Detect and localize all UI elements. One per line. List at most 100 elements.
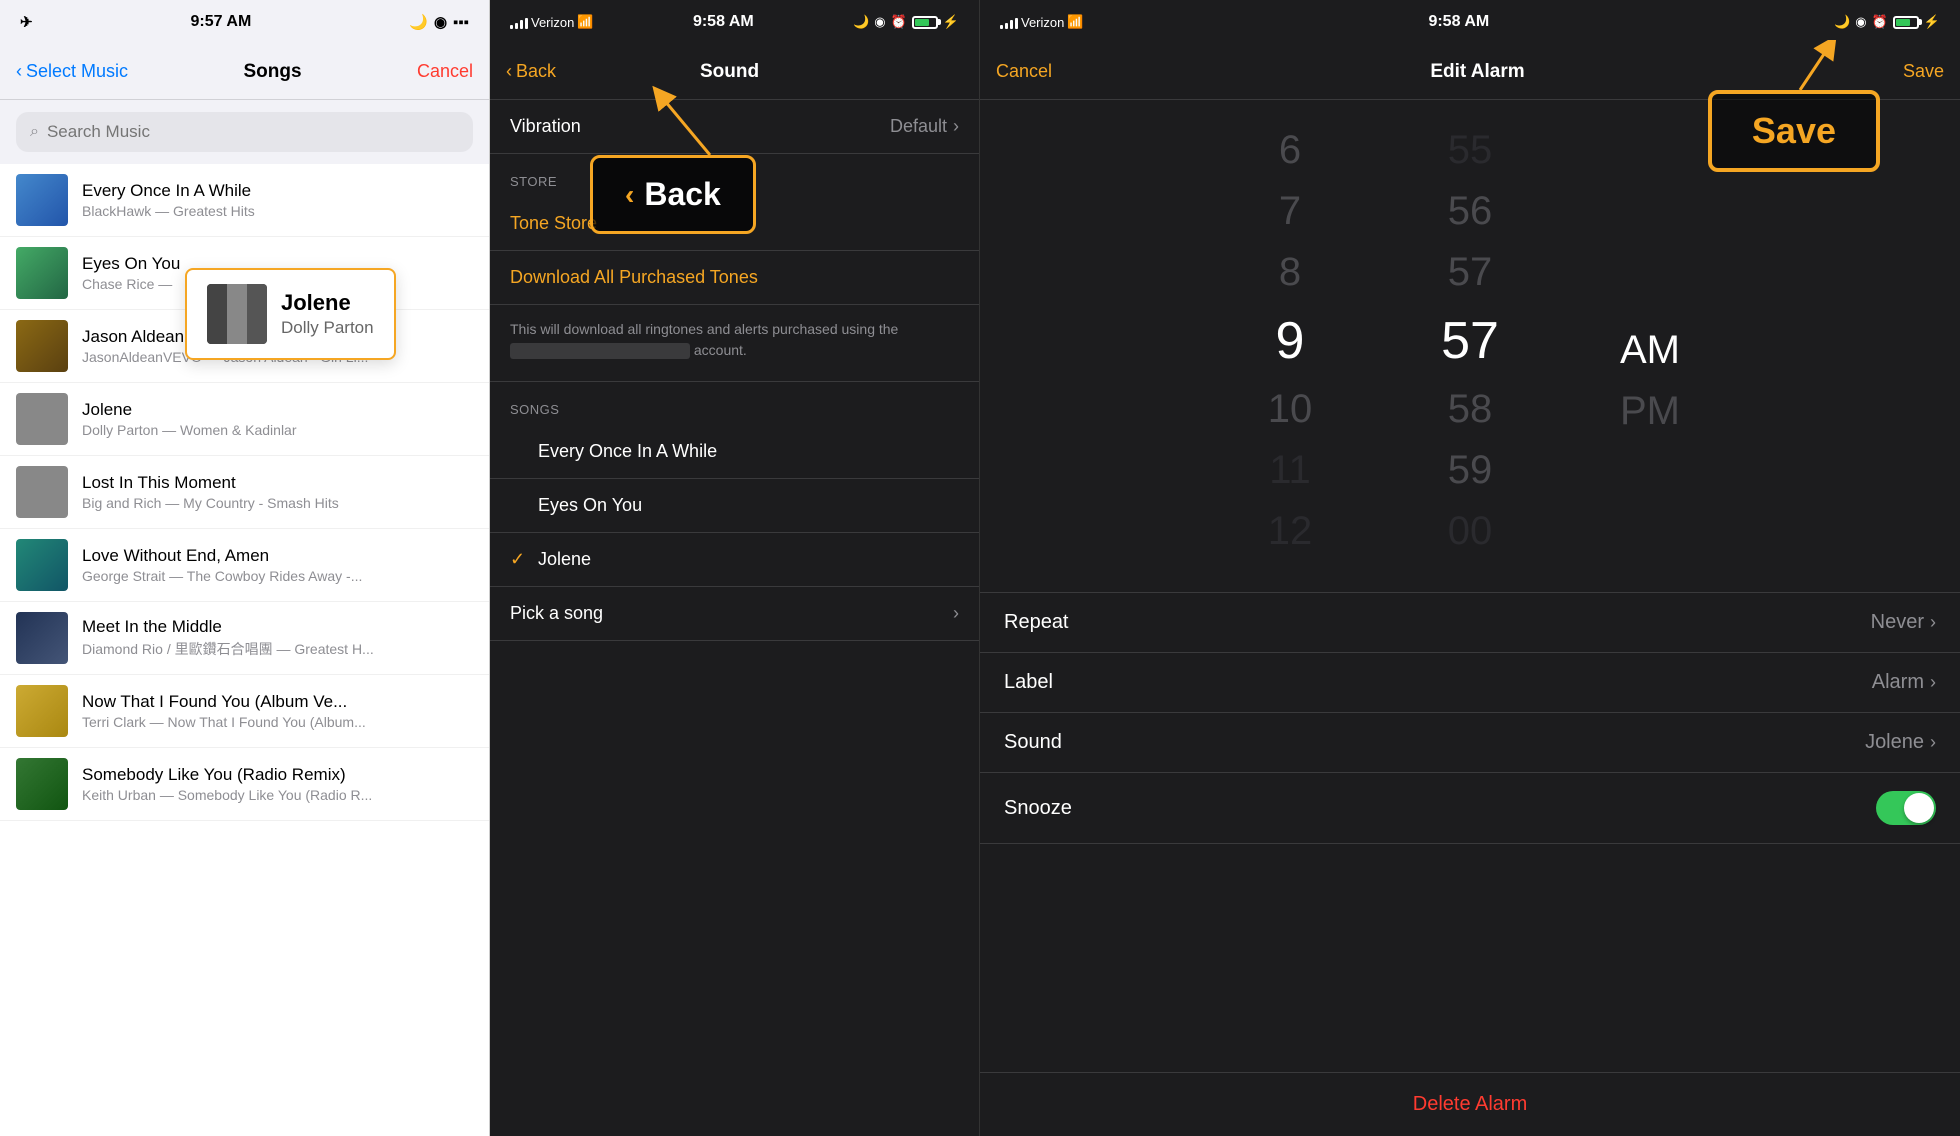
bar4-p3 <box>1015 18 1018 29</box>
songs-section-header: SONGS <box>490 382 979 425</box>
battery-icon-p2 <box>912 16 938 29</box>
back-label-p2: Back <box>516 61 556 82</box>
hour-12: 12 <box>1200 501 1380 562</box>
sound-title: Sound <box>700 61 759 83</box>
chevron-left-icon: ‹ <box>16 61 22 82</box>
list-item[interactable]: Lost In This Moment Big and Rich — My Co… <box>0 456 489 529</box>
check-jolene: ✓ <box>510 549 538 570</box>
song-option-jolene[interactable]: ✓ Jolene <box>490 533 979 587</box>
song-subtitle-s4: Dolly Parton — Women & Kadinlar <box>82 422 473 438</box>
repeat-row[interactable]: Repeat Never › <box>980 593 1960 653</box>
back-button-p2[interactable]: ‹ Back <box>506 61 556 82</box>
jolene-tooltip: Jolene Dolly Parton <box>185 268 396 360</box>
list-item[interactable]: Meet In the Middle Diamond Rio / 里歐鑽石合唱團… <box>0 602 489 675</box>
hour-11: 11 <box>1200 440 1380 501</box>
snooze-label: Snooze <box>1004 797 1072 820</box>
min-56: 56 <box>1380 181 1560 242</box>
snooze-toggle[interactable] <box>1876 791 1936 825</box>
location-icon: ◉ <box>434 13 447 31</box>
song-subtitle-s6: George Strait — The Cowboy Rides Away -.… <box>82 568 473 584</box>
carrier-p3: Verizon <box>1021 15 1064 30</box>
album-art-s3 <box>16 320 68 372</box>
settings-list: Repeat Never › Label Alarm › Sound Jolen… <box>980 592 1960 844</box>
ampm-spacer3 <box>1560 304 1740 320</box>
time-panel3: 9:58 AM <box>1428 13 1489 31</box>
alarm-icon-p2: ⏰ <box>891 14 907 30</box>
signal-bars <box>510 15 528 29</box>
song-option-name-jolene: Jolene <box>538 549 959 570</box>
bar3-p3 <box>1010 20 1013 29</box>
tooltip-artist: Dolly Parton <box>281 318 374 338</box>
song-info-s6: Love Without End, Amen George Strait — T… <box>82 546 473 584</box>
song-subtitle-s9: Keith Urban — Somebody Like You (Radio R… <box>82 787 473 803</box>
chevron-right-repeat: › <box>1930 612 1936 633</box>
save-annotation: Save <box>1708 90 1880 172</box>
download-all-button[interactable]: Download All Purchased Tones <box>490 251 979 305</box>
pick-song-row[interactable]: Pick a song › <box>490 587 979 641</box>
song-option-every[interactable]: Every Once In A While <box>490 425 979 479</box>
signal-panel3: Verizon 📶 <box>1000 14 1084 30</box>
chevron-right-icon-vib: › <box>953 116 959 137</box>
sound-value: Jolene › <box>1865 731 1936 754</box>
location-icon-p3: ◉ <box>1855 14 1866 30</box>
list-item[interactable]: Jolene Dolly Parton — Women & Kadinlar <box>0 383 489 456</box>
list-item[interactable]: Every Once In A While BlackHawk — Greate… <box>0 164 489 237</box>
min-59: 59 <box>1380 440 1560 501</box>
alarm-icon-p3: ⏰ <box>1872 14 1888 30</box>
label-row[interactable]: Label Alarm › <box>980 653 1960 713</box>
back-box-text: Back <box>644 176 721 213</box>
status-bar-panel2: Verizon 📶 9:58 AM 🌙 ◉ ⏰ ⚡ <box>490 0 979 44</box>
edit-alarm-title: Edit Alarm <box>1430 61 1524 83</box>
status-bar-panel3: Verizon 📶 9:58 AM 🌙 ◉ ⏰ ⚡ <box>980 0 1960 44</box>
sound-content: Vibration Default › STORE Tone Store Dow… <box>490 100 979 1136</box>
album-art-s5 <box>16 466 68 518</box>
sound-row[interactable]: Sound Jolene › <box>980 713 1960 773</box>
songs-title: Songs <box>243 61 301 83</box>
ampm-column[interactable]: AM PM <box>1560 240 1740 442</box>
hours-column[interactable]: 6 7 8 9 10 11 12 <box>1200 120 1380 562</box>
sound-panel: Verizon 📶 9:58 AM 🌙 ◉ ⏰ ⚡ ‹ Back Sound V… <box>490 0 980 1136</box>
min-55: 55 <box>1380 120 1560 181</box>
toggle-knob <box>1904 793 1934 823</box>
pick-song-label: Pick a song <box>510 603 603 624</box>
song-info-s4: Jolene Dolly Parton — Women & Kadinlar <box>82 400 473 438</box>
song-subtitle-s8: Terri Clark — Now That I Found You (Albu… <box>82 714 473 730</box>
song-option-eyes[interactable]: Eyes On You <box>490 479 979 533</box>
album-art-s1 <box>16 174 68 226</box>
time-picker[interactable]: 6 7 8 9 10 11 12 55 56 57 57 58 59 00 AM… <box>980 100 1960 592</box>
repeat-value: Never › <box>1871 611 1936 634</box>
search-bar[interactable]: ⌕ <box>16 112 473 152</box>
save-button-p3[interactable]: Save <box>1903 61 1944 82</box>
cancel-button-p3[interactable]: Cancel <box>996 61 1052 82</box>
chevron-right-sound: › <box>1930 732 1936 753</box>
album-art-s9 <box>16 758 68 810</box>
save-arrow-svg <box>1740 40 1840 100</box>
cancel-button[interactable]: Cancel <box>417 61 473 82</box>
pm-option: PM <box>1560 381 1740 442</box>
chevron-right-label: › <box>1930 672 1936 693</box>
song-subtitle-s5: Big and Rich — My Country - Smash Hits <box>82 495 473 511</box>
back-chevron-annotation: ‹ <box>625 179 634 211</box>
signal-bars-p3 <box>1000 15 1018 29</box>
airplane-icon: ✈ <box>20 13 33 31</box>
tooltip-title: Jolene <box>281 290 374 316</box>
chevron-left-icon-p2: ‹ <box>506 61 512 82</box>
location-icon-p2: ◉ <box>874 14 885 30</box>
list-item[interactable]: Love Without End, Amen George Strait — T… <box>0 529 489 602</box>
song-info-s7: Meet In the Middle Diamond Rio / 里歐鑽石合唱團… <box>82 617 473 659</box>
delete-alarm-button[interactable]: Delete Alarm <box>980 1072 1960 1136</box>
bar4 <box>525 18 528 29</box>
song-title-s5: Lost In This Moment <box>82 473 473 493</box>
minutes-column[interactable]: 55 56 57 57 58 59 00 <box>1380 120 1560 562</box>
back-label: Select Music <box>26 61 128 82</box>
list-item[interactable]: Now That I Found You (Album Ve... Terri … <box>0 675 489 748</box>
search-input[interactable] <box>47 122 459 142</box>
hour-10: 10 <box>1200 379 1380 440</box>
list-item[interactable]: Somebody Like You (Radio Remix) Keith Ur… <box>0 748 489 821</box>
battery-fill-p2 <box>915 19 929 26</box>
back-annotation: ‹ Back <box>590 155 756 234</box>
select-music-back[interactable]: ‹ Select Music <box>16 61 128 82</box>
album-art-s4 <box>16 393 68 445</box>
min-57-selected: 57 <box>1380 303 1560 379</box>
wifi-icon-p3: 📶 <box>1067 14 1083 30</box>
